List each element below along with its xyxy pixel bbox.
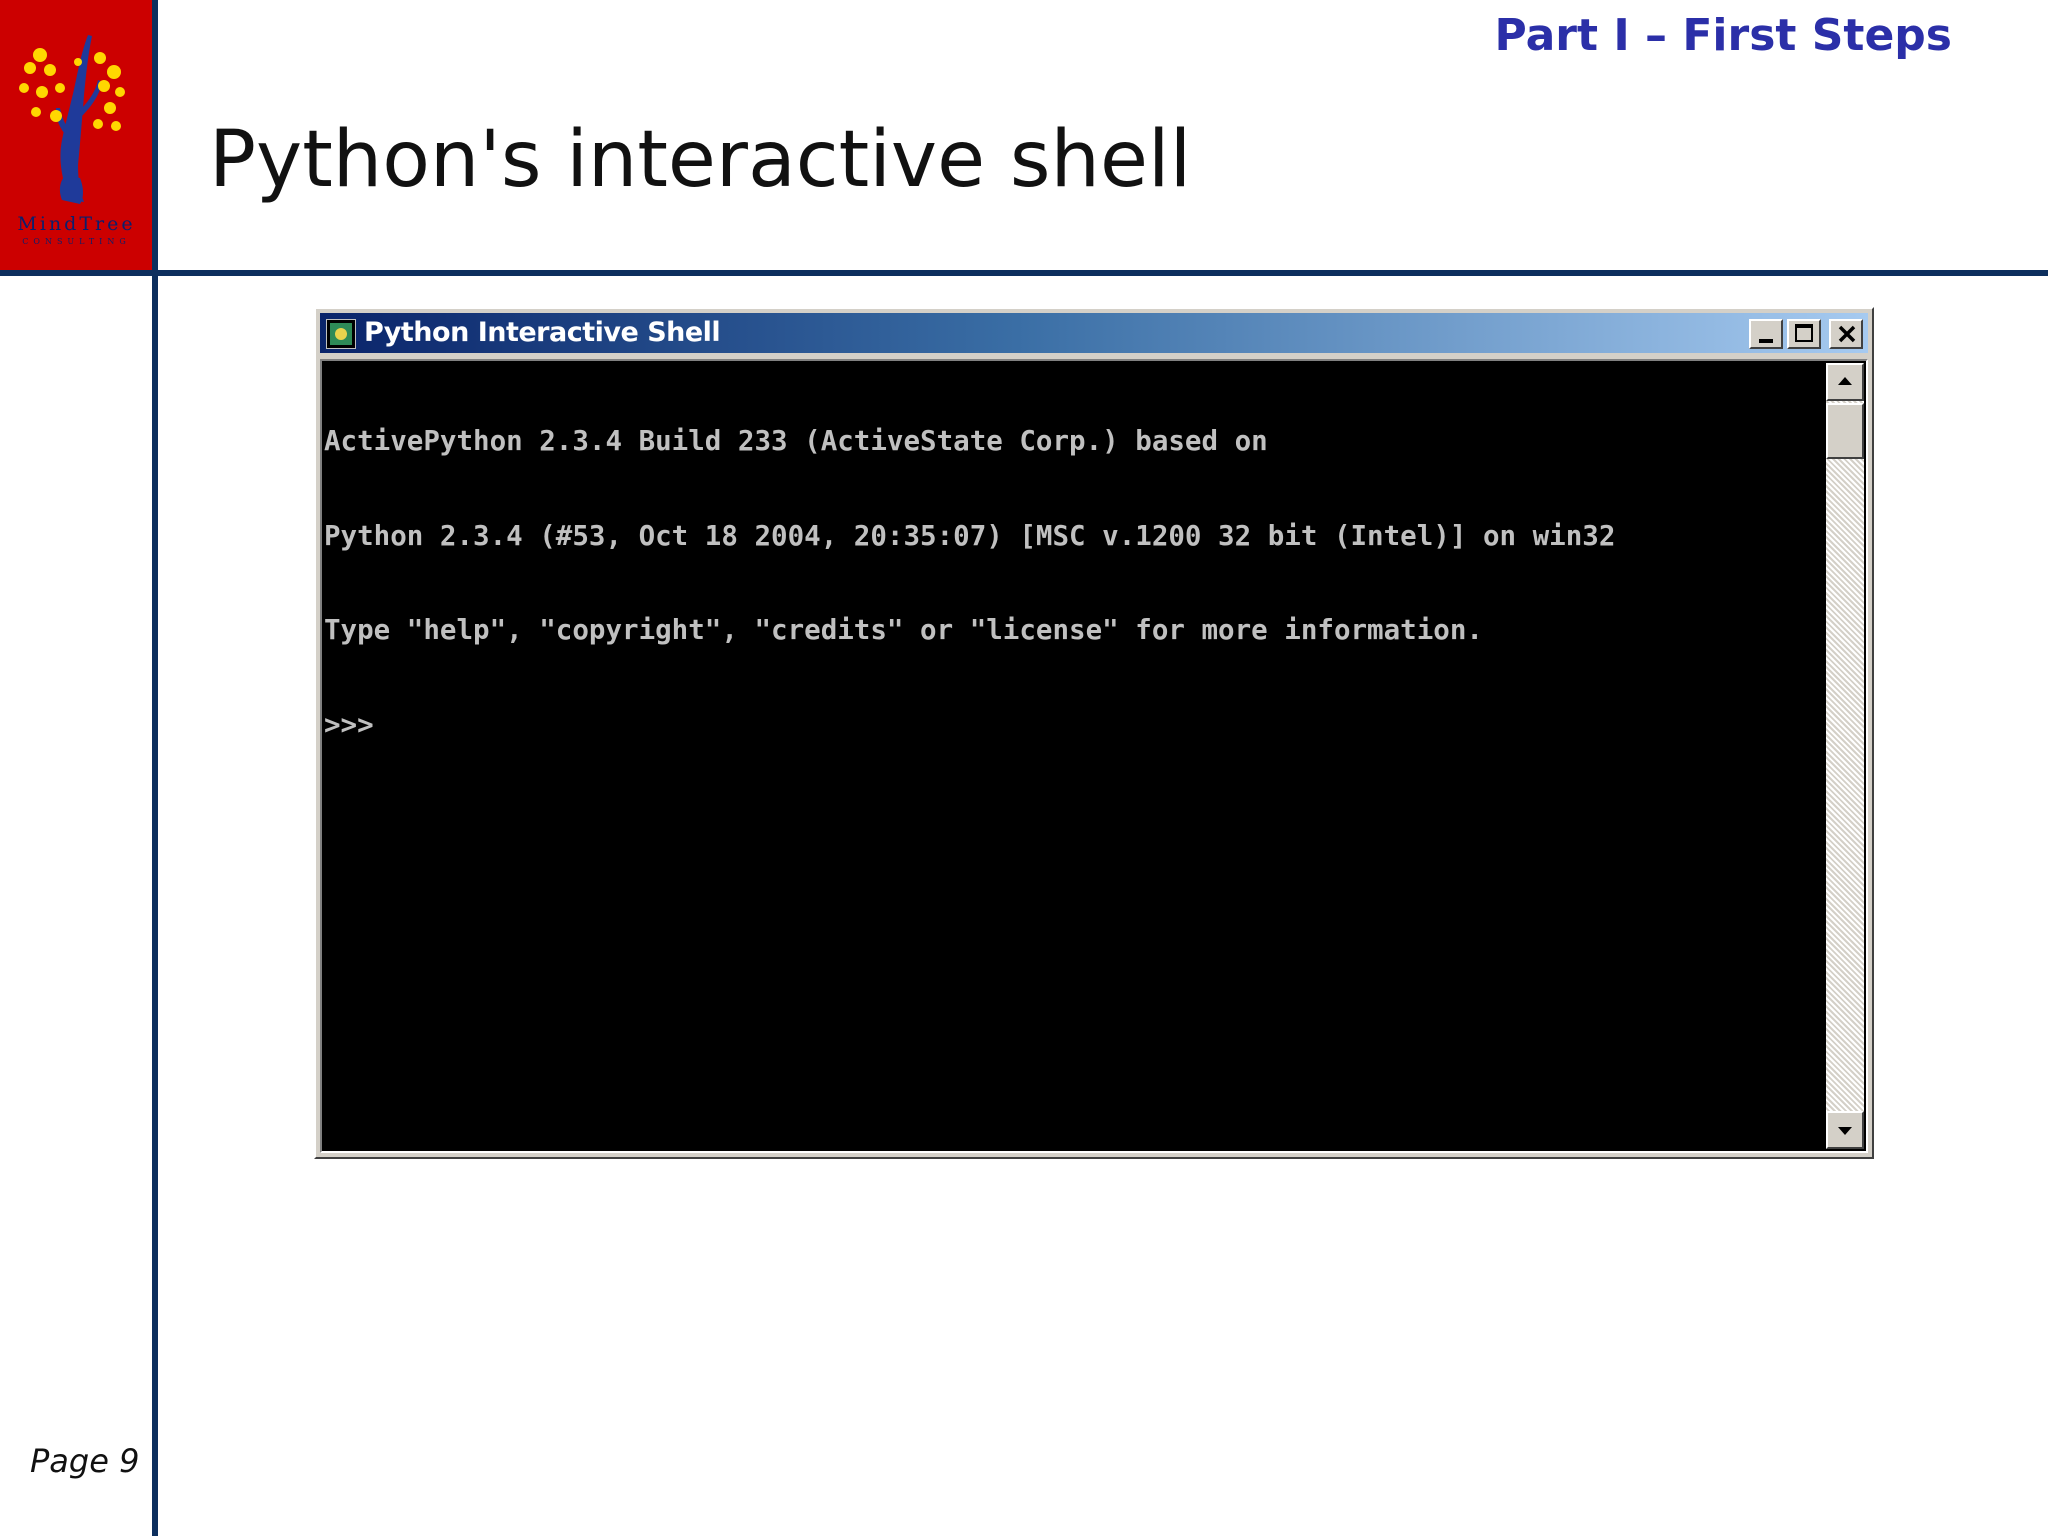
close-icon [1838,325,1856,343]
scroll-down-button[interactable] [1826,1111,1864,1149]
vertical-scrollbar[interactable] [1826,363,1864,1149]
section-title: Part I – First Steps [1494,10,1952,61]
python-app-icon[interactable] [326,319,356,349]
mindtree-logo: MindTree CONSULTING [0,0,153,275]
maximize-icon [1795,324,1813,342]
slide: MindTree CONSULTING Part I – First Steps… [0,0,2048,1536]
console-prompt[interactable]: >>> [324,709,1822,742]
scroll-thumb[interactable] [1826,403,1864,459]
minimize-icon [1759,339,1773,343]
logo-subtitle: CONSULTING [22,237,131,246]
close-button[interactable] [1829,319,1863,349]
window-titlebar[interactable]: Python Interactive Shell [320,313,1868,353]
scroll-up-button[interactable] [1826,363,1864,401]
vertical-rule [152,0,158,1536]
maximize-button[interactable] [1787,319,1821,349]
console-line: Type "help", "copyright", "credits" or "… [324,614,1483,646]
console-line: ActivePython 2.3.4 Build 233 (ActiveStat… [324,425,1268,457]
console-line: Python 2.3.4 (#53, Oct 18 2004, 20:35:07… [324,519,1616,552]
page-number: Page 9 [30,1442,140,1480]
logo-wordmark: MindTree [17,213,136,235]
python-shell-window[interactable]: Python Interactive Shell ActivePython 2.… [314,307,1874,1159]
window-title: Python Interactive Shell [364,317,721,348]
console-output[interactable]: ActivePython 2.3.4 Build 233 (ActiveStat… [324,363,1822,1149]
page-title: Python's interactive shell [209,115,1192,205]
scroll-up-arrow-icon [1838,377,1852,385]
console-area[interactable]: ActivePython 2.3.4 Build 233 (ActiveStat… [320,359,1868,1153]
header-rule [0,270,2048,276]
minimize-button[interactable] [1749,319,1783,349]
scroll-down-arrow-icon [1838,1127,1852,1135]
